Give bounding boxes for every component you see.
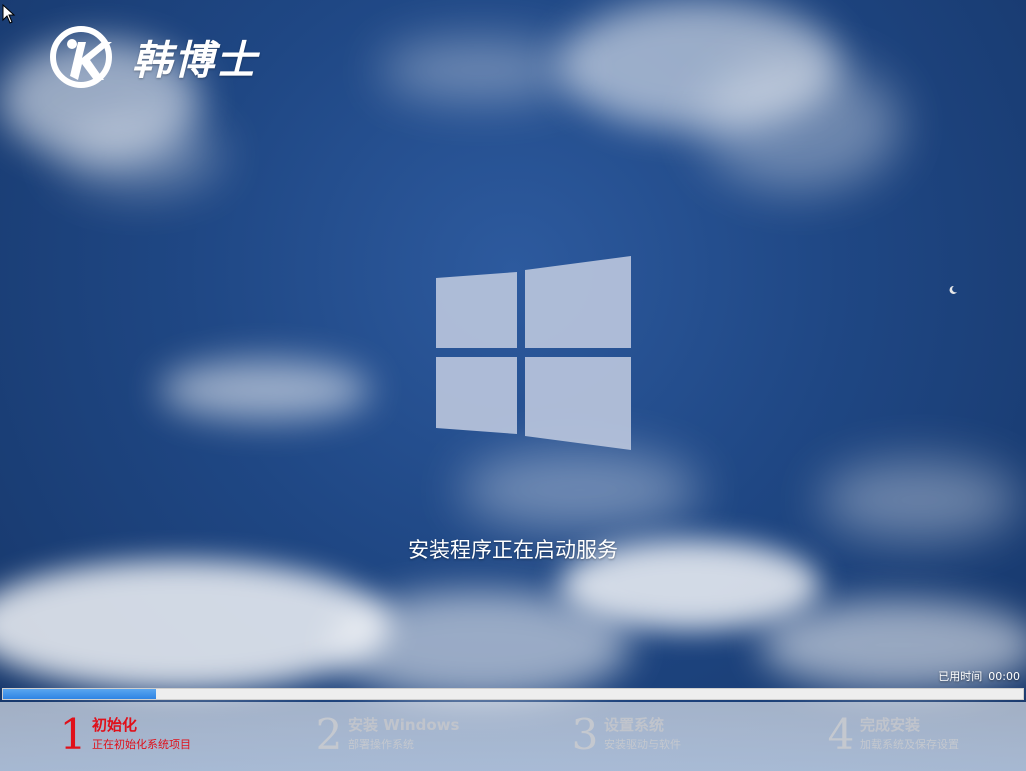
step-configure-system: 3 设置系统 安装驱动与软件	[570, 712, 681, 758]
step-subtitle: 部署操作系统	[348, 738, 414, 751]
step-number: 3	[571, 710, 599, 759]
steps-bar: 1 初始化 正在初始化系统项目 2 安装 Windows 部署操作系统 3 设置…	[0, 702, 1026, 771]
step-title: 设置系统	[604, 716, 665, 734]
step-initialize: 1 初始化 正在初始化系统项目	[58, 712, 191, 758]
step-subtitle: 正在初始化系统项目	[92, 738, 191, 751]
step-title: 初始化	[92, 716, 138, 734]
step-subtitle: 安装驱动与软件	[604, 738, 681, 751]
progress-fill	[3, 689, 156, 699]
installer-screen: 韩博士 安装程序正在启动服务 已用时间 00:00 1 初始化 正在初始化系统项目…	[0, 0, 1026, 771]
brand-name: 韩博士	[132, 38, 258, 84]
step-finish-install: 4 完成安装 加载系统及保存设置	[826, 712, 959, 758]
step-title: 安装 Windows	[348, 716, 460, 734]
elapsed-value: 00:00	[988, 670, 1020, 683]
status-message: 安装程序正在启动服务	[408, 538, 618, 562]
elapsed-time: 已用时间 00:00	[932, 668, 1020, 684]
step-number: 2	[315, 710, 343, 759]
mouse-pointer-icon	[2, 4, 16, 24]
step-title: 完成安装	[860, 716, 921, 734]
elapsed-label: 已用时间	[938, 670, 983, 683]
step-number: 1	[59, 710, 87, 759]
step-install-windows: 2 安装 Windows 部署操作系统	[314, 710, 460, 759]
moon-icon	[949, 285, 957, 294]
hanboshi-logo-icon	[50, 26, 112, 88]
progress-bar	[2, 688, 1024, 700]
step-number: 4	[827, 710, 855, 759]
brand-logo: 韩博士	[48, 24, 258, 90]
step-subtitle: 加载系统及保存设置	[860, 738, 959, 751]
windows-logo-icon	[436, 256, 631, 450]
